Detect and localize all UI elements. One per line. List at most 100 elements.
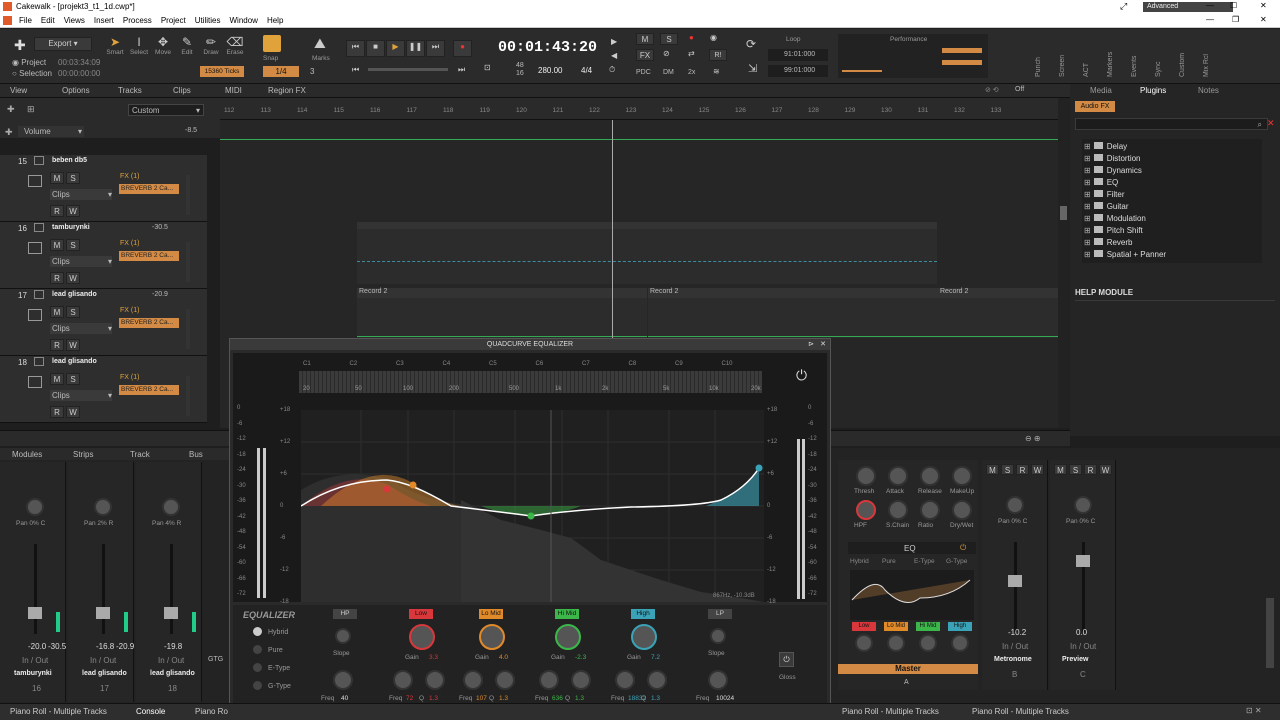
track-record-icon[interactable] bbox=[34, 156, 44, 165]
mute-button[interactable]: M bbox=[50, 239, 64, 251]
track-header[interactable]: 18 lead glisando M S FX (1) BREVERB 2 Ca... Cl… bbox=[0, 356, 207, 423]
fast-forward-button[interactable]: ⏭ bbox=[426, 40, 445, 57]
zoom-controls-icon[interactable]: ⊘ ⟲ bbox=[985, 86, 999, 94]
plugin-folder-filter[interactable]: ⊞ Filter bbox=[1082, 189, 1262, 201]
menu-utilities[interactable]: Utilities bbox=[195, 16, 221, 25]
bus-s-button[interactable]: S bbox=[1001, 464, 1014, 475]
eq-close-icon[interactable]: ✕ bbox=[820, 339, 826, 350]
track-template-icon[interactable]: ⊞ bbox=[27, 104, 35, 115]
status-tab[interactable]: Console bbox=[136, 707, 165, 716]
mixer-menu-strips[interactable]: Strips bbox=[73, 450, 93, 459]
stop-button[interactable]: ■ bbox=[366, 40, 385, 57]
expand-icon[interactable]: ⊞ bbox=[1084, 190, 1091, 199]
expand-icon[interactable]: ⊞ bbox=[1084, 250, 1091, 259]
mixer-band-high[interactable]: High bbox=[948, 622, 972, 631]
expand-icon[interactable]: ⊞ bbox=[1084, 226, 1091, 235]
menu-project[interactable]: Project bbox=[161, 16, 186, 25]
low-freq-knob[interactable] bbox=[393, 670, 413, 690]
lp-slope-knob[interactable] bbox=[710, 628, 726, 644]
plugin-folder-spatial-panner[interactable]: ⊞ Spatial + Panner bbox=[1082, 249, 1262, 261]
low-gain-knob[interactable] bbox=[409, 624, 435, 650]
gloss-button[interactable]: ⏻ bbox=[779, 652, 794, 667]
close-icon[interactable]: ✕ bbox=[1260, 1, 1267, 10]
write-button[interactable]: W bbox=[66, 272, 80, 284]
input-echo-icon[interactable]: ◉ bbox=[710, 33, 717, 42]
track-name[interactable]: tamburynki bbox=[52, 224, 90, 231]
goto-end-icon[interactable]: ⏭ bbox=[458, 65, 465, 75]
strip-name[interactable]: Preview bbox=[1062, 656, 1088, 663]
fx-plugin-slot[interactable]: BREVERB 2 Ca... bbox=[119, 251, 179, 261]
comp-dry-wet-knob[interactable] bbox=[952, 500, 972, 520]
status-tab[interactable]: Piano Roll - Multiple Tracks bbox=[10, 707, 107, 716]
fader-track[interactable] bbox=[1014, 542, 1017, 632]
comp-ratio-knob[interactable] bbox=[920, 500, 940, 520]
clip-record-1[interactable]: Record 2 bbox=[357, 288, 647, 338]
volume-add-icon[interactable]: ✚ bbox=[5, 127, 13, 138]
search-icon[interactable]: ⌕ bbox=[1258, 120, 1262, 130]
side-module-act[interactable]: ACT bbox=[1083, 37, 1090, 77]
workspace-select[interactable]: Advanced bbox=[1143, 2, 1233, 12]
track-record-icon[interactable] bbox=[34, 357, 44, 366]
comp-attack-knob[interactable] bbox=[888, 466, 908, 486]
doc-minimize-icon[interactable]: — bbox=[1206, 15, 1214, 24]
eq-mode-hybrid[interactable]: Hybrid bbox=[253, 627, 313, 637]
clips-select[interactable]: Clips ▾ bbox=[50, 390, 112, 401]
rewind-button[interactable]: ⏮ bbox=[346, 40, 365, 57]
export-button[interactable]: Export ▾ bbox=[34, 37, 92, 51]
mixer-band-knob[interactable] bbox=[919, 634, 937, 652]
bus-w-button[interactable]: W bbox=[1031, 464, 1044, 475]
selection-radio[interactable]: ○ Selection bbox=[12, 69, 52, 78]
strip-name[interactable]: Metronome bbox=[994, 656, 1032, 663]
position-slider[interactable] bbox=[368, 68, 448, 71]
high-gain-knob[interactable] bbox=[631, 624, 657, 650]
high-band-label[interactable]: High bbox=[631, 609, 655, 619]
loop-icon[interactable]: ⊡ bbox=[484, 63, 491, 72]
comp-thresh-knob[interactable] bbox=[856, 466, 876, 486]
plugin-folder-dynamics[interactable]: ⊞ Dynamics bbox=[1082, 165, 1262, 177]
comp-hpf-knob[interactable] bbox=[856, 500, 876, 520]
side-module-markers[interactable]: Markers bbox=[1107, 37, 1114, 77]
mute-button[interactable]: M bbox=[50, 306, 64, 318]
himid-band-label[interactable]: Hi Mid bbox=[555, 609, 579, 619]
solo-all-button[interactable]: S bbox=[660, 33, 678, 45]
clips-select[interactable]: Clips ▾ bbox=[50, 256, 112, 267]
mute-button[interactable]: M bbox=[50, 373, 64, 385]
clear-search-icon[interactable]: ✕ bbox=[1267, 118, 1275, 129]
time-display[interactable]: 00:01:43:20 bbox=[498, 39, 597, 56]
plugin-folder-modulation[interactable]: ⊞ Modulation bbox=[1082, 213, 1262, 225]
side-module-mix-rcl[interactable]: Mix Rcl bbox=[1203, 37, 1210, 77]
expand-icon[interactable]: ⊞ bbox=[1084, 214, 1091, 223]
fader-thumb[interactable] bbox=[164, 607, 178, 619]
eq-bypass-icon[interactable]: ⏻ bbox=[796, 367, 807, 384]
mixer-band-hi-mid[interactable]: Hi Mid bbox=[916, 622, 940, 631]
trackview-menu-region-fx[interactable]: Region FX bbox=[268, 86, 306, 95]
lp-freq-knob[interactable] bbox=[708, 670, 728, 690]
2x-button[interactable]: 2x bbox=[688, 69, 695, 76]
goto-start-icon[interactable]: ⏮ bbox=[352, 65, 359, 75]
expand-icon[interactable]: ⊞ bbox=[1084, 142, 1091, 151]
bus-w-button[interactable]: W bbox=[1099, 464, 1112, 475]
pdc-button[interactable]: PDC bbox=[636, 69, 651, 76]
eq-graph[interactable]: 867Hz, -10.3dB bbox=[300, 410, 764, 602]
menu-file[interactable]: File bbox=[19, 16, 32, 25]
bus-r-button[interactable]: R bbox=[1084, 464, 1097, 475]
fader-track[interactable] bbox=[34, 544, 37, 634]
metronome-icon[interactable]: ⏱ bbox=[609, 65, 615, 75]
read-button[interactable]: R bbox=[50, 272, 64, 284]
mute-all-button[interactable]: M bbox=[636, 33, 654, 45]
hp-slope-knob[interactable] bbox=[335, 628, 351, 644]
eq-mode-pure[interactable]: Pure bbox=[253, 645, 313, 655]
zoom-out-icon[interactable]: ⊖ ⊕ bbox=[1025, 434, 1041, 443]
time-signature[interactable]: 4/4 bbox=[581, 66, 592, 75]
clip-record-3[interactable]: Record 2 bbox=[938, 288, 1058, 338]
lp-band-label[interactable]: LP bbox=[708, 609, 732, 619]
tool-smart[interactable]: ➤ Smart bbox=[104, 35, 126, 56]
hp-freq-knob[interactable] bbox=[333, 670, 353, 690]
track-header[interactable]: 17 lead glisando -20.9 M S FX (1) BREVERB 2 Ca… bbox=[0, 289, 207, 356]
bus-s-button[interactable]: S bbox=[1069, 464, 1082, 475]
fader-thumb[interactable] bbox=[28, 607, 42, 619]
timeline-ruler[interactable]: 112 113 114 115 116 117 118 119 120 121 122 123 124 1… bbox=[220, 98, 1058, 120]
write-button[interactable]: W bbox=[66, 205, 80, 217]
mixer-eq-mode-e-type[interactable]: E-Type bbox=[914, 558, 935, 565]
read-button[interactable]: R bbox=[50, 205, 64, 217]
